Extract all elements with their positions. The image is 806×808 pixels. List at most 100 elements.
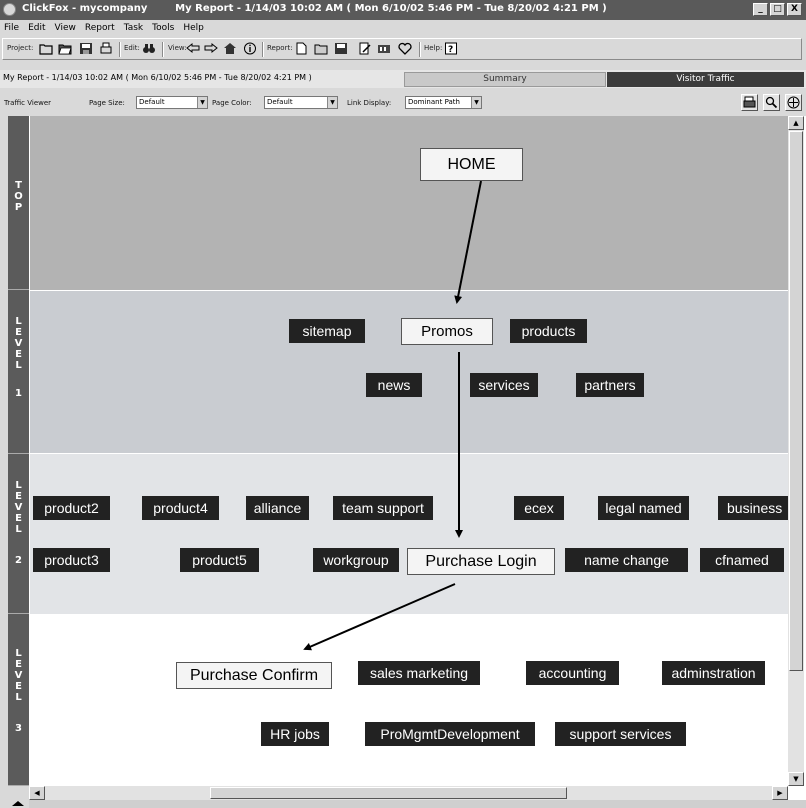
page-node-ecex[interactable]: ecex bbox=[514, 496, 564, 520]
open-report-icon[interactable] bbox=[314, 42, 328, 55]
page-color-select[interactable]: Default ▼ bbox=[264, 96, 338, 109]
title-bar: ClickFox - mycompany My Report - 1/14/03… bbox=[0, 0, 806, 20]
help-icon[interactable]: ? bbox=[444, 42, 458, 55]
scroll-down-button[interactable]: ▼ bbox=[788, 772, 804, 786]
chart-report-icon[interactable] bbox=[377, 42, 391, 55]
page-node-hr-jobs[interactable]: HR jobs bbox=[261, 722, 329, 746]
magnifier-icon bbox=[765, 96, 778, 109]
traffic-viewer-label: Traffic Viewer bbox=[4, 99, 52, 107]
scroll-left-button[interactable]: ◀ bbox=[29, 786, 45, 800]
zoom-view-button[interactable] bbox=[763, 94, 780, 111]
home-icon[interactable] bbox=[223, 42, 237, 55]
page-node-legal-named[interactable]: legal named bbox=[598, 496, 689, 520]
page-size-select[interactable]: Default ▼ bbox=[136, 96, 208, 109]
print-icon[interactable] bbox=[99, 42, 113, 55]
page-node-accounting[interactable]: accounting bbox=[526, 661, 619, 685]
band-level-3 bbox=[30, 614, 788, 786]
level-number: 2 bbox=[15, 555, 22, 566]
level-letter: L bbox=[15, 360, 22, 371]
vertical-scroll-thumb[interactable] bbox=[789, 131, 803, 671]
level-letter: L bbox=[15, 316, 22, 327]
menu-tools[interactable]: Tools bbox=[152, 23, 174, 33]
status-strip bbox=[29, 800, 806, 808]
svg-text:?: ? bbox=[448, 45, 453, 55]
page-size-value: Default bbox=[139, 98, 165, 106]
page-node-product3[interactable]: product3 bbox=[33, 548, 110, 572]
level-1-band: L E V E L 1 bbox=[8, 290, 29, 454]
new-project-icon[interactable] bbox=[39, 42, 53, 55]
scroll-up-button[interactable]: ▲ bbox=[788, 116, 804, 130]
viewer-options-bar: Traffic Viewer Page Size: Default ▼ Page… bbox=[0, 91, 806, 115]
level-letter: V bbox=[14, 502, 23, 513]
page-node-team-support[interactable]: team support bbox=[333, 496, 433, 520]
page-node-product5[interactable]: product5 bbox=[180, 548, 259, 572]
favorite-heart-icon[interactable] bbox=[398, 42, 412, 55]
page-node-partners[interactable]: partners bbox=[576, 373, 644, 397]
chevron-down-icon: ▼ bbox=[197, 97, 207, 108]
save-report-icon[interactable] bbox=[334, 42, 348, 55]
page-node-promgmtdevelopment[interactable]: ProMgmtDevelopment bbox=[365, 722, 535, 746]
menu-edit[interactable]: Edit bbox=[28, 23, 45, 33]
page-node-services[interactable]: services bbox=[470, 373, 538, 397]
level-3-band: L E V E L 3 bbox=[8, 614, 29, 786]
level-letter: O bbox=[14, 191, 23, 202]
page-node-sales-marketing[interactable]: sales marketing bbox=[358, 661, 480, 685]
page-node-support-services[interactable]: support services bbox=[555, 722, 686, 746]
link-display-value: Dominant Path bbox=[408, 98, 460, 106]
level-letter: L bbox=[15, 648, 22, 659]
forward-arrow-icon[interactable] bbox=[204, 42, 218, 55]
page-node-purchase-login[interactable]: Purchase Login bbox=[407, 548, 555, 575]
band-level-1 bbox=[30, 291, 788, 453]
menu-report[interactable]: Report bbox=[85, 23, 115, 33]
level-letter: E bbox=[15, 513, 22, 524]
open-folder-icon[interactable] bbox=[58, 42, 72, 55]
horizontal-scrollbar[interactable]: ◀ ▶ bbox=[29, 786, 788, 800]
page-node-alliance[interactable]: alliance bbox=[246, 496, 309, 520]
edit-report-icon[interactable] bbox=[358, 42, 372, 55]
page-node-home[interactable]: HOME bbox=[420, 148, 523, 181]
print-view-button[interactable] bbox=[741, 94, 758, 111]
level-letter: E bbox=[15, 491, 22, 502]
menu-task[interactable]: Task bbox=[124, 23, 143, 33]
level-number: 1 bbox=[15, 388, 22, 399]
page-node-workgroup[interactable]: workgroup bbox=[313, 548, 399, 572]
view-label: View: bbox=[168, 44, 187, 52]
page-node-name-change[interactable]: name change bbox=[565, 548, 688, 572]
save-icon[interactable] bbox=[79, 42, 93, 55]
info-icon[interactable] bbox=[243, 42, 257, 55]
page-node-product4[interactable]: product4 bbox=[142, 496, 219, 520]
level-letter: E bbox=[15, 659, 22, 670]
horizontal-scroll-thumb[interactable] bbox=[210, 787, 567, 799]
page-node-business[interactable]: business bbox=[718, 496, 788, 520]
page-node-product2[interactable]: product2 bbox=[33, 496, 110, 520]
pan-view-button[interactable] bbox=[785, 94, 802, 111]
page-node-adminstration[interactable]: adminstration bbox=[662, 661, 765, 685]
edit-label: Edit: bbox=[124, 44, 140, 52]
page-node-promos[interactable]: Promos bbox=[401, 318, 493, 345]
link-display-select[interactable]: Dominant Path ▼ bbox=[405, 96, 482, 109]
find-binoculars-icon[interactable] bbox=[142, 42, 156, 55]
page-node-cfnamed[interactable]: cfnamed bbox=[700, 548, 784, 572]
page-node-news[interactable]: news bbox=[366, 373, 422, 397]
vertical-scrollbar[interactable]: ▲ ▼ bbox=[788, 116, 804, 786]
page-node-products[interactable]: products bbox=[510, 319, 587, 343]
back-arrow-icon[interactable] bbox=[186, 42, 200, 55]
scroll-right-button[interactable]: ▶ bbox=[772, 786, 788, 800]
level-letter: P bbox=[14, 202, 23, 213]
tab-visitor-traffic[interactable]: Visitor Traffic bbox=[607, 72, 804, 87]
tab-summary[interactable]: Summary bbox=[404, 72, 606, 87]
level-letter: L bbox=[15, 692, 22, 703]
minimize-button[interactable]: _ bbox=[753, 3, 768, 16]
report-label: Report: bbox=[267, 44, 293, 52]
menu-file[interactable]: File bbox=[4, 23, 19, 33]
maximize-button[interactable]: □ bbox=[770, 3, 785, 16]
menu-help[interactable]: Help bbox=[183, 23, 204, 33]
menu-view[interactable]: View bbox=[55, 23, 76, 33]
page-node-sitemap[interactable]: sitemap bbox=[289, 319, 365, 343]
page-node-purchase-confirm[interactable]: Purchase Confirm bbox=[176, 662, 332, 689]
level-collapse-toggle[interactable] bbox=[8, 786, 29, 808]
close-button[interactable]: X bbox=[787, 3, 802, 16]
new-report-icon[interactable] bbox=[294, 42, 308, 55]
link-display-label: Link Display: bbox=[347, 99, 392, 107]
window-title: ClickFox - mycompany My Report - 1/14/03… bbox=[22, 3, 607, 14]
